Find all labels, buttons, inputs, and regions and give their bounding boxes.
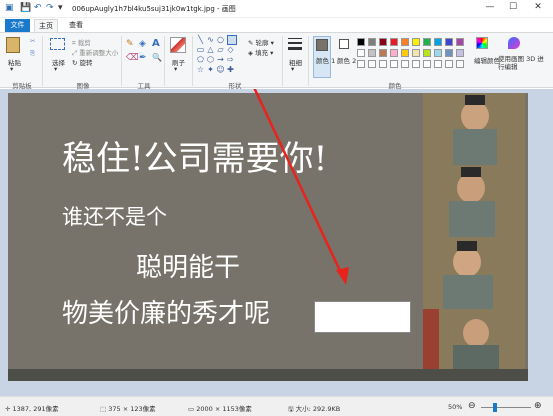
save-icon[interactable]: 💾 (20, 3, 31, 13)
tab-view[interactable]: 查看 (64, 19, 88, 32)
copy-icon[interactable]: ⎘ (30, 49, 35, 58)
ribbon: 粘贴 ▾ ✂ ⎘ 剪贴板 选择 ▾ ⌗ 裁剪 ⤢ 重新调整大小 ↻ 旋转 图像 … (0, 32, 553, 90)
palette-empty-swatch[interactable] (423, 60, 431, 68)
palette-color-swatch[interactable] (412, 38, 420, 46)
zoom-level: 50% (448, 403, 463, 411)
image-size: ▭ 2000 × 1153像素 (188, 405, 252, 413)
redo-icon[interactable]: ↷ (46, 3, 54, 13)
color-picker-icon[interactable]: ✒ (139, 53, 147, 63)
file-size: 🖫 大小: 292.9KB (288, 405, 341, 413)
palette-empty-swatch[interactable] (357, 60, 365, 68)
shape-option[interactable]: ✚ (226, 65, 235, 74)
shape-option[interactable]: ▭ (196, 45, 205, 54)
tab-file[interactable]: 文件 (5, 19, 30, 32)
maximize-button[interactable]: ☐ (503, 2, 523, 12)
paint3d-button[interactable]: 使用画图 3D 进行编辑 (498, 55, 548, 71)
palette-color-swatch[interactable] (401, 38, 409, 46)
quick-access-dropdown-icon[interactable]: ▾ (58, 3, 63, 13)
magnifier-icon[interactable]: 🔍 (152, 53, 162, 62)
palette-empty-swatch[interactable] (379, 60, 387, 68)
shape-option[interactable]: ⬠ (196, 55, 205, 64)
shape-option[interactable]: ◇ (226, 45, 235, 54)
shape-option[interactable]: ☆ (196, 65, 205, 74)
palette-color-swatch[interactable] (357, 38, 365, 46)
palette-empty-swatch[interactable] (401, 60, 409, 68)
shape-option[interactable]: → (216, 55, 225, 64)
status-bar: ✛ 1387, 291像素 ⬚ 375 × 123像素 ▭ 2000 × 115… (0, 396, 553, 416)
palette-empty-swatch[interactable] (412, 60, 420, 68)
color1-swatch (316, 39, 328, 51)
palette-color-swatch[interactable] (434, 49, 442, 57)
window-title: 006upAugly1h7bl4ku5suj31jk0w1tgk.jpg - 画… (72, 5, 236, 13)
palette-empty-swatch[interactable] (456, 60, 464, 68)
shape-option[interactable]: ⬡ (206, 55, 215, 64)
close-button[interactable]: ✕ (528, 2, 548, 12)
zoom-in-button[interactable]: ⊕ (534, 401, 542, 411)
palette-color-swatch[interactable] (390, 49, 398, 57)
paint3d-icon[interactable] (508, 37, 520, 49)
selected-shape-rectangle[interactable] (227, 35, 237, 45)
annotation-arrow-icon (253, 89, 349, 285)
shape-option[interactable]: ∿ (206, 35, 215, 44)
palette-color-swatch[interactable] (379, 38, 387, 46)
title-bar: ▣ 💾 ↶ ↷ ▾ 006upAugly1h7bl4ku5suj31jk0w1t… (0, 0, 553, 18)
color2-label: 颜色 2 (337, 57, 357, 65)
palette-color-swatch[interactable] (368, 38, 376, 46)
canvas-area[interactable]: 稳住!公司需要你! 谁还不是个 聪明能干 物美价廉的秀才呢 (0, 89, 553, 396)
select-icon[interactable] (50, 38, 65, 50)
palette-color-swatch[interactable] (445, 38, 453, 46)
shape-option[interactable]: ▱ (216, 45, 225, 54)
palette-color-swatch[interactable] (390, 38, 398, 46)
paint-app-icon: ▣ (5, 3, 14, 13)
shape-option[interactable]: ☺ (216, 65, 225, 74)
palette-color-swatch[interactable] (423, 49, 431, 57)
ribbon-tabs: 文件 主页 查看 (0, 19, 553, 32)
fill-shape-button[interactable]: ◈ 填充 ▾ (248, 47, 273, 57)
rotate-button[interactable]: ↻ 旋转 (72, 57, 93, 67)
palette-color-swatch[interactable] (456, 38, 464, 46)
cursor-position: ✛ 1387, 291像素 (5, 405, 59, 413)
minimize-button[interactable]: — (480, 2, 500, 12)
palette-empty-swatch[interactable] (445, 60, 453, 68)
paste-icon[interactable] (6, 37, 20, 53)
palette-color-swatch[interactable] (379, 49, 387, 57)
palette-color-swatch[interactable] (412, 49, 420, 57)
brush-icon[interactable] (170, 37, 186, 53)
pencil-icon[interactable]: ✎ (126, 39, 134, 49)
color1-label: 颜色 1 (316, 57, 336, 65)
shape-option[interactable]: △ (206, 45, 215, 54)
undo-icon[interactable]: ↶ (34, 3, 42, 13)
palette-color-swatch[interactable] (434, 38, 442, 46)
palette-empty-swatch[interactable] (390, 60, 398, 68)
palette-color-swatch[interactable] (456, 49, 464, 57)
palette-empty-swatch[interactable] (434, 60, 442, 68)
shape-option[interactable]: ╲ (196, 35, 205, 44)
shape-option[interactable]: ✦ (206, 65, 215, 74)
eraser-icon[interactable]: ⌫ (126, 53, 139, 63)
edit-colors-icon[interactable] (476, 37, 488, 49)
palette-empty-swatch[interactable] (368, 60, 376, 68)
tab-home[interactable]: 主页 (34, 19, 58, 32)
palette-color-swatch[interactable] (445, 49, 453, 57)
shape-option[interactable]: ○ (216, 35, 225, 44)
text-icon[interactable]: A (152, 38, 160, 49)
selection-size: ⬚ 375 × 123像素 (100, 405, 156, 413)
fill-icon[interactable]: ◈ (139, 39, 146, 49)
palette-color-swatch[interactable] (357, 49, 365, 57)
color2-swatch[interactable] (339, 39, 349, 49)
palette-color-swatch[interactable] (368, 49, 376, 57)
cut-icon[interactable]: ✂ (30, 37, 35, 45)
zoom-slider-thumb[interactable] (492, 403, 497, 412)
edit-colors-button[interactable]: 编辑颜色 (474, 55, 500, 65)
zoom-slider[interactable] (481, 407, 531, 408)
palette-color-swatch[interactable] (423, 38, 431, 46)
outline-button[interactable]: ✎ 轮廓 ▾ (248, 37, 274, 47)
shape-option[interactable]: ⇨ (226, 55, 235, 64)
palette-color-swatch[interactable] (401, 49, 409, 57)
zoom-out-button[interactable]: ⊖ (468, 401, 476, 411)
